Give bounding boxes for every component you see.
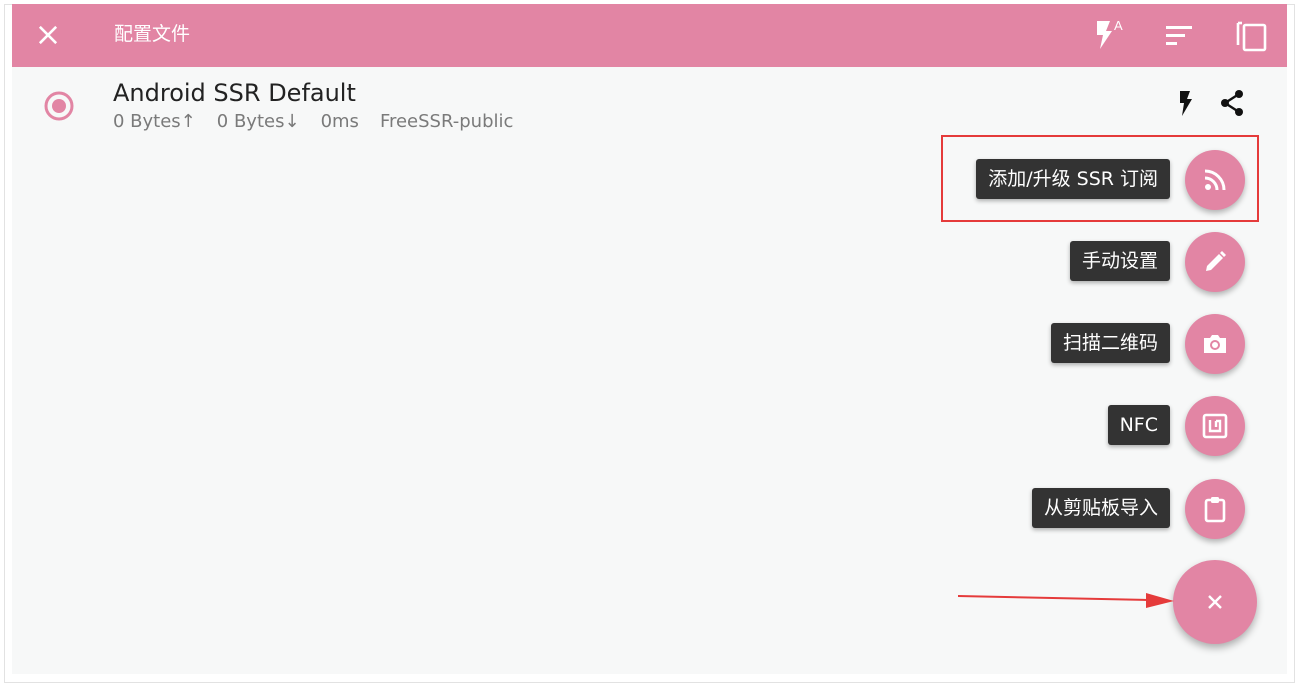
fab-close-button[interactable] [1173,560,1257,644]
fab-clipboard-button[interactable] [1185,479,1245,539]
fab-scan-button[interactable] [1185,314,1245,374]
flash-auto-icon[interactable]: A [1088,15,1128,55]
app-window: 配置文件 A Android SSR Default 0 Bytes↑ 0 By… [12,4,1287,674]
clipboard-icon [1204,497,1226,523]
upload-stat: 0 Bytes↑ [113,111,196,132]
fab-label-scan[interactable]: 扫描二维码 [1050,323,1170,363]
copy-icon[interactable] [1232,15,1272,55]
annotation-arrow-icon [958,593,1174,608]
profile-name: Android SSR Default [113,79,356,107]
close-icon[interactable] [34,21,62,49]
profile-stats: 0 Bytes↑ 0 Bytes↓ 0ms FreeSSR-public [113,110,513,134]
svg-text:A: A [1114,18,1123,33]
sort-icon[interactable] [1160,15,1200,55]
fab-label-nfc[interactable]: NFC [1107,405,1170,445]
share-icon[interactable] [1216,87,1248,119]
page-title: 配置文件 [114,23,191,45]
close-icon [1208,595,1222,609]
camera-icon [1204,335,1226,353]
radio-selected-icon[interactable] [41,88,77,124]
flash-icon[interactable] [1170,87,1202,119]
fab-nfc-button[interactable] [1185,396,1245,456]
download-stat: 0 Bytes↓ [216,111,300,132]
fab-manual-button[interactable] [1185,232,1245,292]
toolbar: 配置文件 A [12,4,1287,67]
annotation-highlight-box [941,135,1259,222]
profile-row[interactable]: Android SSR Default 0 Bytes↑ 0 Bytes↓ 0m… [12,67,1287,137]
latency-stat: 0ms [320,111,359,132]
fab-label-manual[interactable]: 手动设置 [1069,241,1170,281]
nfc-icon [1202,413,1228,439]
group-name: FreeSSR-public [379,111,514,132]
pencil-icon [1206,251,1226,271]
fab-label-clipboard[interactable]: 从剪贴板导入 [1031,488,1170,528]
